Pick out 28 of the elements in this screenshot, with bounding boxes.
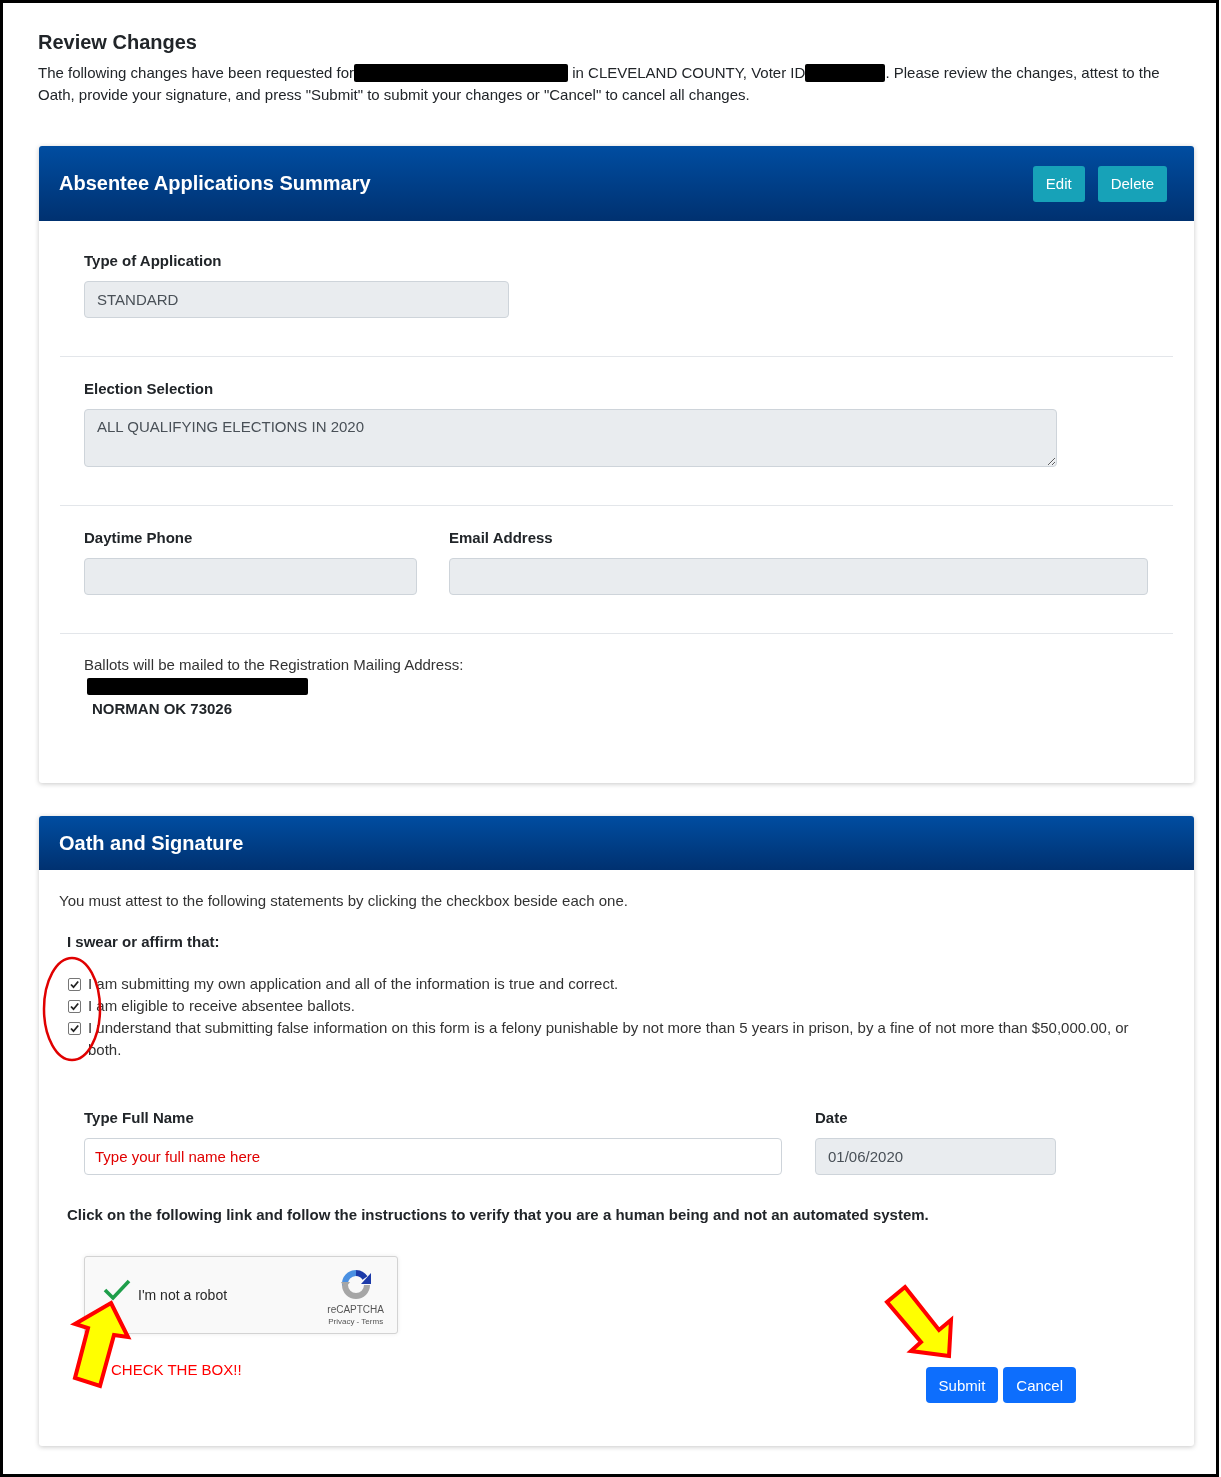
captcha-label: I'm not a robot [138,1287,228,1303]
oath-heading: I swear or affirm that: [67,932,221,952]
privacy-terms-links[interactable]: Privacy - Terms [328,1316,384,1327]
intro-text: The following changes have been requested for in CLEVELAND COUNTY, Voter ID . Please review the changes, attest to the Oath, provide your signature, and press "Submit" to submit your changes or "Cancel" to cancel all changes. [38,63,1161,105]
captcha-prompt: Click on the following link and follow the instructions to verify that you are a human being and not an automated system. [67,1205,930,1225]
input-field[interactable]: Type your full name here [84,1138,782,1175]
checkbox[interactable] [68,978,81,991]
instructions-text: You must attest to the following statements by clicking the checkbox beside each one. [59,891,629,911]
field-label: Election Selection [84,380,215,397]
captcha-brand: reCAPTCHA [327,1303,384,1316]
address-line: NORMAN OK 73026 [92,700,234,718]
field-label: Email Address [449,529,554,546]
page-title: Review Changes [38,30,198,54]
field-label: Type of Application [84,252,223,269]
checkbox[interactable] [68,1022,81,1035]
form-button[interactable]: Cancel [1003,1367,1076,1403]
address-intro-text: Ballots will be mailed to the Registration Mailing Address: [84,655,465,675]
checkbox[interactable] [68,1000,81,1013]
field-label: Date [815,1109,849,1126]
annotation-text: CHECK THE BOX!! [111,1361,242,1379]
statement-text: I am submitting my own application and all of the information is true and correct. [88,974,619,994]
field-label: Daytime Phone [84,529,194,546]
form-button[interactable]: Submit [925,1367,999,1403]
card-title: Oath and Signature [59,831,244,855]
field-label: Type Full Name [84,1109,195,1126]
circular-arrow-icon [339,1267,372,1300]
checkmark-icon[interactable] [103,1279,131,1301]
card-title: Absentee Applications Summary [59,172,371,195]
